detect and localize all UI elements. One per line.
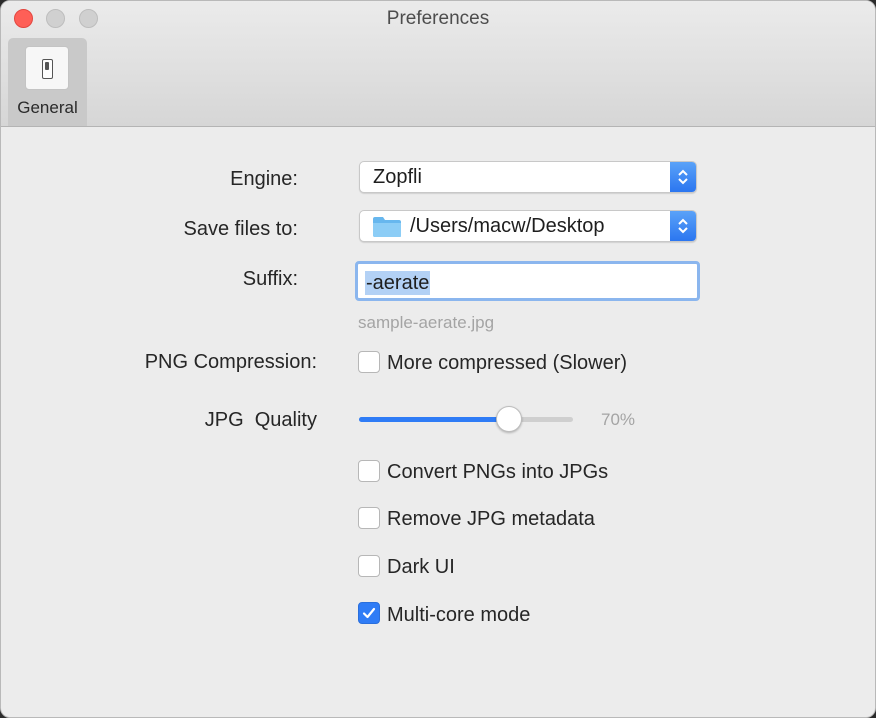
engine-value: Zopfli — [373, 166, 422, 188]
dark-ui-label: Dark UI — [387, 556, 455, 578]
engine-label: Engine: — [230, 168, 298, 190]
convert-png-checkbox[interactable] — [358, 460, 380, 482]
preferences-window: Preferences General Engine: Zopfli Save … — [0, 0, 876, 718]
suffix-example: sample-aerate.jpg — [358, 313, 495, 332]
tab-general[interactable]: General — [8, 38, 87, 126]
folder-icon — [373, 217, 401, 237]
save-to-label: Save files to: — [183, 218, 298, 240]
switch-icon — [25, 46, 69, 90]
save-to-stepper-icon — [670, 211, 696, 241]
dark-ui-checkbox[interactable] — [358, 555, 380, 577]
tab-general-label: General — [17, 98, 78, 117]
checkmark-icon — [362, 607, 376, 619]
jpg-quality-value: 70% — [601, 410, 636, 429]
engine-stepper-icon — [670, 162, 696, 192]
multi-core-label: Multi-core mode — [387, 604, 531, 626]
suffix-input[interactable]: -aerate — [355, 261, 700, 301]
title-bar: Preferences General — [1, 1, 875, 127]
remove-metadata-checkbox[interactable] — [358, 507, 380, 529]
engine-popup[interactable]: Zopfli — [359, 161, 697, 193]
jpg-quality-slider[interactable] — [359, 417, 573, 422]
png-compression-option: More compressed (Slower) — [387, 352, 628, 374]
multi-core-checkbox[interactable] — [358, 602, 380, 624]
save-to-value: /Users/macw/Desktop — [410, 215, 605, 237]
remove-metadata-label: Remove JPG metadata — [387, 508, 595, 530]
jpg-quality-label: JPG Quality — [204, 409, 317, 431]
png-compression-checkbox[interactable] — [358, 351, 380, 373]
jpg-quality-slider-fill — [359, 417, 509, 422]
window-title: Preferences — [386, 8, 490, 29]
png-compression-label: PNG Compression: — [144, 351, 317, 373]
suffix-value: -aerate — [365, 271, 431, 295]
suffix-label: Suffix: — [242, 268, 298, 290]
save-to-popup[interactable]: /Users/macw/Desktop — [359, 210, 697, 242]
jpg-quality-slider-thumb[interactable] — [495, 406, 522, 432]
convert-png-label: Convert PNGs into JPGs — [387, 461, 609, 483]
